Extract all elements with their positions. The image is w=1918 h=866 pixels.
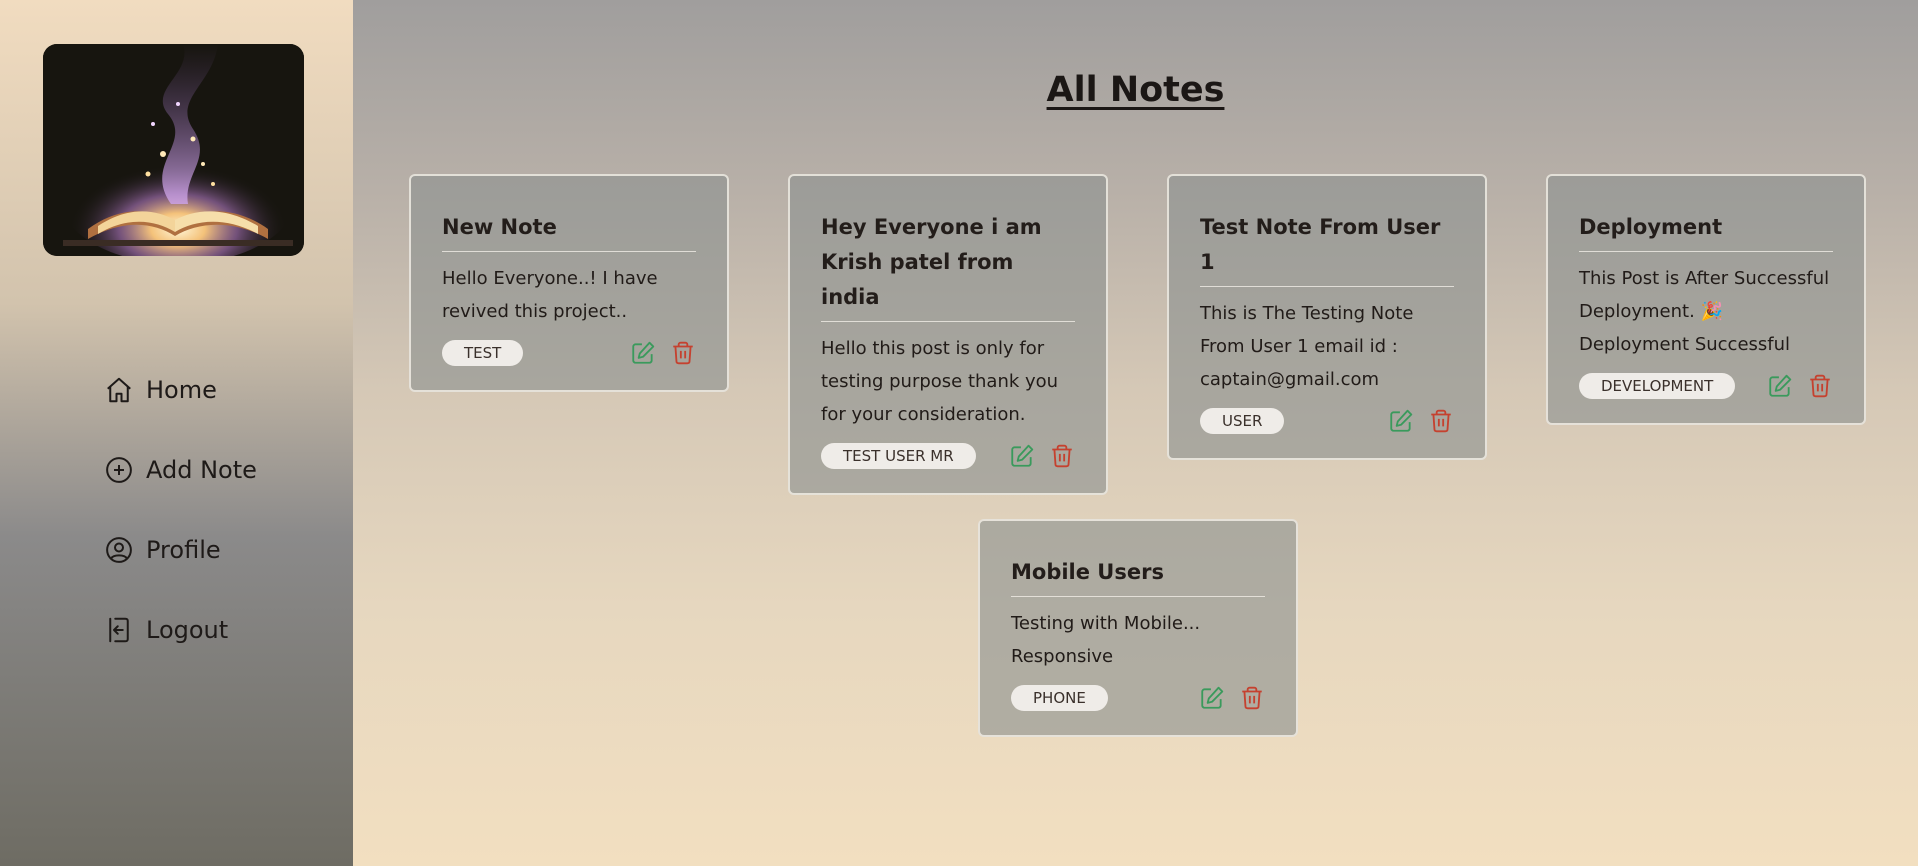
trash-icon[interactable] <box>1807 373 1833 399</box>
sidebar-item-label: Profile <box>146 536 221 564</box>
note-title: New Note <box>442 210 696 252</box>
trash-icon[interactable] <box>1049 443 1075 469</box>
note-tag: TEST <box>442 340 524 366</box>
note-body: Hello this post is only for testing purp… <box>821 338 1059 425</box>
note-footer: TEST <box>442 340 696 366</box>
trash-icon[interactable] <box>1239 685 1265 711</box>
note-title: Hey Everyone i am Krish patel from india <box>821 210 1075 322</box>
page-title: All Notes <box>1046 70 1225 110</box>
edit-icon[interactable] <box>1388 408 1414 434</box>
home-icon <box>107 377 131 403</box>
sidebar-nav: Home Add Note Profile Logout <box>104 375 257 645</box>
note-card: Mobile Users Testing with Mobile... Resp… <box>978 519 1298 737</box>
note-tag: USER <box>1200 408 1285 434</box>
note-title: Mobile Users <box>1011 555 1265 597</box>
edit-icon[interactable] <box>1199 685 1225 711</box>
edit-icon[interactable] <box>1009 443 1035 469</box>
trash-icon[interactable] <box>670 340 696 366</box>
sidebar-item-logout[interactable]: Logout <box>104 615 257 645</box>
note-card: New Note Hello Everyone..! I have revive… <box>409 174 729 392</box>
note-tag: PHONE <box>1011 685 1108 711</box>
note-card: Deployment This Post is After Successful… <box>1546 174 1866 425</box>
note-actions <box>1388 408 1454 434</box>
main-content: All Notes New Note Hello Everyone..! I h… <box>353 0 1918 866</box>
trash-icon[interactable] <box>1428 408 1454 434</box>
note-body: This Post is After Successful Deployment… <box>1579 268 1830 355</box>
user-circle-icon <box>106 537 132 563</box>
note-actions <box>1767 373 1833 399</box>
note-card: Test Note From User 1 This is The Testin… <box>1167 174 1487 460</box>
note-tag: TEST USER MR <box>821 443 976 469</box>
note-actions <box>1009 443 1075 469</box>
sidebar-item-add-note[interactable]: Add Note <box>104 455 257 485</box>
plus-circle-icon <box>106 457 132 483</box>
note-footer: USER <box>1200 408 1454 434</box>
note-actions <box>630 340 696 366</box>
sidebar-item-label: Add Note <box>146 456 257 484</box>
edit-icon[interactable] <box>630 340 656 366</box>
note-footer: PHONE <box>1011 685 1265 711</box>
note-footer: DEVELOPMENT <box>1579 373 1833 399</box>
magic-book-logo-image <box>43 44 304 256</box>
edit-icon[interactable] <box>1767 373 1793 399</box>
note-card: Hey Everyone i am Krish patel from india… <box>788 174 1108 495</box>
sidebar: Home Add Note Profile Logout <box>0 0 353 866</box>
sidebar-item-label: Home <box>146 376 217 404</box>
note-body: Testing with Mobile... Responsive <box>1011 613 1201 667</box>
app-root: Home Add Note Profile Logout All Notes N… <box>0 0 1918 866</box>
sidebar-item-home[interactable]: Home <box>104 375 257 405</box>
note-tag: DEVELOPMENT <box>1579 373 1736 399</box>
note-title: Deployment <box>1579 210 1833 252</box>
note-body: Hello Everyone..! I have revived this pr… <box>442 268 658 322</box>
sidebar-item-label: Logout <box>146 616 229 644</box>
magic-book-logo[interactable] <box>43 44 304 256</box>
note-actions <box>1199 685 1265 711</box>
note-title: Test Note From User 1 <box>1200 210 1454 287</box>
note-body: This is The Testing Note From User 1 ema… <box>1200 303 1414 390</box>
note-footer: TEST USER MR <box>821 443 1075 469</box>
logout-icon <box>109 617 129 643</box>
sidebar-item-profile[interactable]: Profile <box>104 535 257 565</box>
